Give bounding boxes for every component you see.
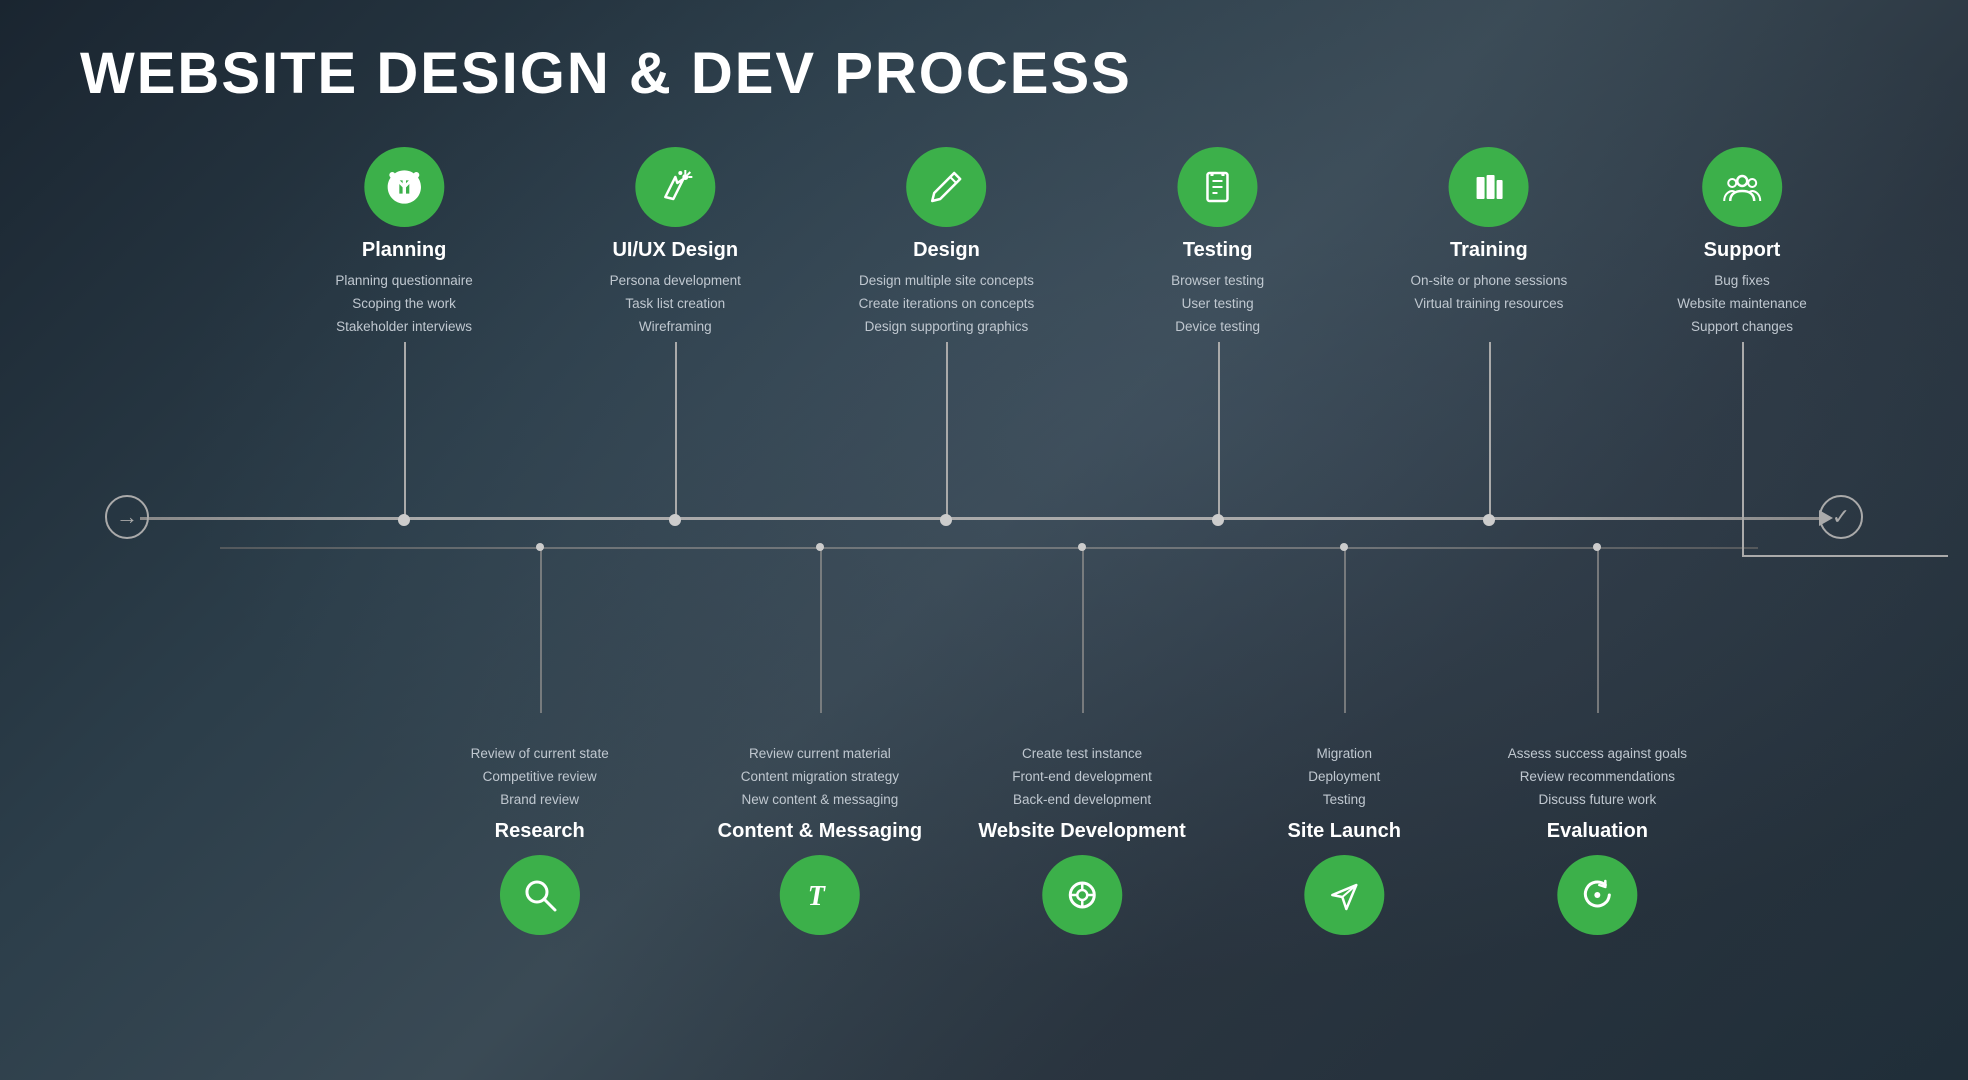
- dot-planning: [398, 514, 410, 526]
- training-title: Training: [1410, 239, 1567, 262]
- research-detail: Review of current stateCompetitive revie…: [471, 743, 609, 812]
- timeline-line-secondary: [220, 547, 1758, 549]
- evaluation-detail: Assess success against goalsReview recom…: [1508, 743, 1687, 812]
- training-detail: On-site or phone sessionsVirtual trainin…: [1410, 270, 1567, 316]
- page-title: WEBSITE DESIGN & DEV PROCESS: [80, 0, 1888, 127]
- dot-testing: [1212, 514, 1224, 526]
- design-detail: Design multiple site conceptsCreate iter…: [859, 270, 1035, 339]
- uiux-title: UI/UX Design: [610, 239, 741, 262]
- support-icon-circle: [1702, 147, 1782, 227]
- training-icon-circle: [1449, 147, 1529, 227]
- timeline-wrapper: → ✓ Planning Planning questionnaireSc: [80, 147, 1888, 947]
- process-item-webdev: Create test instanceFront-end developmen…: [978, 743, 1185, 947]
- connector-support: [1742, 342, 1744, 557]
- connector-launch: [1344, 548, 1346, 713]
- planning-title: Planning: [335, 239, 472, 262]
- evaluation-icon-circle: [1557, 855, 1637, 935]
- design-title: Design: [859, 239, 1035, 262]
- dot-design: [940, 514, 952, 526]
- start-circle: →: [105, 495, 149, 539]
- timeline-line: [140, 517, 1828, 520]
- process-item-research: Review of current stateCompetitive revie…: [471, 743, 609, 947]
- connector-testing: [1218, 342, 1220, 520]
- webdev-icon-circle: [1042, 855, 1122, 935]
- support-detail: Bug fixesWebsite maintenanceSupport chan…: [1677, 270, 1807, 339]
- svg-text:T: T: [808, 881, 827, 912]
- dot-launch: [1340, 543, 1348, 551]
- dot-training: [1483, 514, 1495, 526]
- evaluation-title: Evaluation: [1508, 820, 1687, 843]
- connector-research: [540, 548, 542, 713]
- design-icon-circle: [906, 147, 986, 227]
- process-item-content: Review current materialContent migration…: [718, 743, 922, 947]
- process-item-design: Design Design multiple site conceptsCrea…: [859, 147, 1035, 339]
- connector-content: [820, 548, 822, 713]
- connector-planning: [404, 342, 406, 520]
- planning-icon-circle: [364, 147, 444, 227]
- dot-research: [536, 543, 544, 551]
- testing-detail: Browser testingUser testingDevice testin…: [1171, 270, 1264, 339]
- content-icon-circle: T: [780, 855, 860, 935]
- connector-webdev: [1082, 548, 1084, 713]
- content-title: Content & Messaging: [718, 820, 922, 843]
- uiux-detail: Persona developmentTask list creationWir…: [610, 270, 741, 339]
- process-item-evaluation: Assess success against goalsReview recom…: [1508, 743, 1687, 947]
- launch-detail: MigrationDeploymentTesting: [1288, 743, 1401, 812]
- dot-eval: [1593, 543, 1601, 551]
- dot-uiux: [669, 514, 681, 526]
- webdev-detail: Create test instanceFront-end developmen…: [978, 743, 1185, 812]
- uiux-icon-circle: [635, 147, 715, 227]
- process-item-planning: Planning Planning questionnaireScoping t…: [335, 147, 472, 339]
- research-icon-circle: [500, 855, 580, 935]
- webdev-title: Website Development: [978, 820, 1185, 843]
- support-title: Support: [1677, 239, 1807, 262]
- connector-design: [946, 342, 948, 520]
- dot-webdev: [1078, 543, 1086, 551]
- process-item-training: Training On-site or phone sessionsVirtua…: [1410, 147, 1567, 316]
- connector-support-h: [1742, 555, 1948, 557]
- launch-title: Site Launch: [1288, 820, 1401, 843]
- end-circle: ✓: [1819, 495, 1863, 539]
- process-item-launch: MigrationDeploymentTesting Site Launch: [1288, 743, 1401, 947]
- connector-eval: [1597, 548, 1599, 713]
- content-detail: Review current materialContent migration…: [718, 743, 922, 812]
- dot-content: [816, 543, 824, 551]
- testing-title: Testing: [1171, 239, 1264, 262]
- launch-icon-circle: [1304, 855, 1384, 935]
- planning-detail: Planning questionnaireScoping the workSt…: [335, 270, 472, 339]
- process-item-support: Support Bug fixesWebsite maintenanceSupp…: [1677, 147, 1807, 339]
- process-item-uiux: UI/UX Design Persona developmentTask lis…: [610, 147, 741, 339]
- connector-training: [1489, 342, 1491, 520]
- testing-icon-circle: [1178, 147, 1258, 227]
- process-item-testing: Testing Browser testingUser testingDevic…: [1171, 147, 1264, 339]
- research-title: Research: [471, 820, 609, 843]
- main-container: WEBSITE DESIGN & DEV PROCESS → ✓: [0, 0, 1968, 1080]
- connector-uiux: [675, 342, 677, 520]
